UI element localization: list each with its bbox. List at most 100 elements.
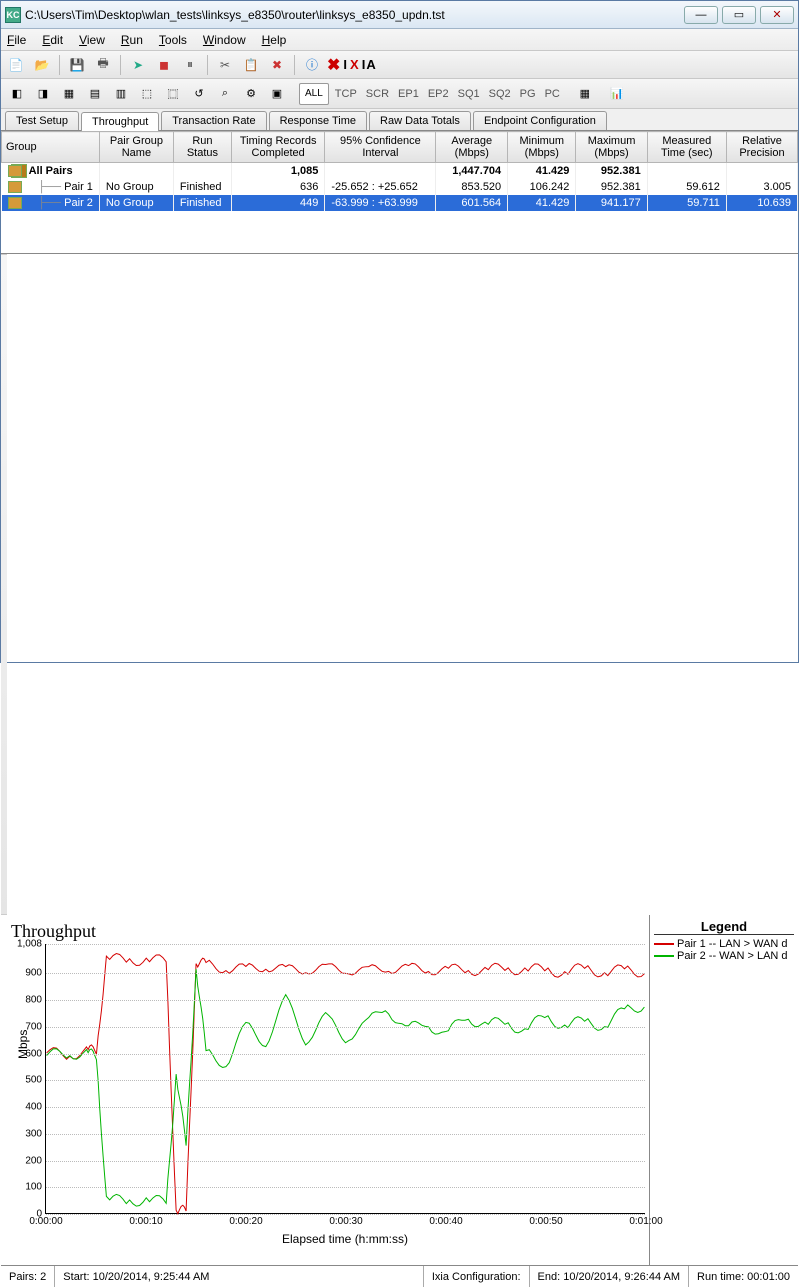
tab-transaction-rate[interactable]: Transaction Rate — [161, 111, 266, 130]
tab-strip: Test SetupThroughputTransaction RateResp… — [1, 109, 798, 131]
x-tick: 0:01:00 — [629, 1213, 662, 1227]
chart-plot[interactable]: Mbps 01002003004005006007008009001,0080:… — [45, 944, 645, 1214]
tb2-icon[interactable]: ⌕ — [215, 83, 235, 105]
x-tick: 0:00:00 — [29, 1213, 62, 1227]
x-tick: 0:00:20 — [229, 1213, 262, 1227]
stop-icon[interactable]: ◼ — [153, 54, 175, 76]
menu-edit[interactable]: Edit — [42, 33, 63, 47]
status-end: End: 10/20/2014, 9:26:44 AM — [530, 1266, 690, 1287]
delete-icon[interactable]: ✖ — [266, 54, 288, 76]
tb2-icon[interactable]: ▦ — [59, 83, 79, 105]
pause-icon[interactable]: ⏸ — [179, 54, 201, 76]
y-tick: 300 — [25, 1128, 46, 1139]
col-header[interactable]: Minimum (Mbps) — [508, 132, 576, 163]
tb2-icon[interactable]: ↺ — [189, 83, 209, 105]
y-tick: 100 — [25, 1182, 46, 1193]
tb2-icon[interactable]: ▤ — [85, 83, 105, 105]
save-icon[interactable]: 💾 — [66, 54, 88, 76]
pair-icon — [8, 181, 22, 193]
chart-panel: Throughput Mbps 010020030040050060070080… — [1, 915, 798, 1265]
app-icon: KC — [5, 7, 21, 23]
tab-throughput[interactable]: Throughput — [81, 112, 159, 131]
table-row[interactable]: ├── Pair 1No GroupFinished636-25.652 : +… — [2, 179, 798, 195]
filter-sq2[interactable]: SQ2 — [486, 83, 514, 105]
close-button[interactable]: ✕ — [760, 6, 794, 24]
filter-scr[interactable]: SCR — [363, 83, 392, 105]
menu-run[interactable]: Run — [121, 33, 143, 47]
copy-icon[interactable]: ✂ — [214, 54, 236, 76]
y-tick: 700 — [25, 1021, 46, 1032]
menu-bar: File Edit View Run Tools Window Help — [1, 29, 798, 51]
run-icon[interactable]: ➤ — [127, 54, 149, 76]
tab-test-setup[interactable]: Test Setup — [5, 111, 79, 130]
chart-title: Throughput — [11, 921, 645, 942]
filter-tcp[interactable]: TCP — [332, 83, 360, 105]
col-header[interactable]: Pair Group Name — [99, 132, 173, 163]
tb2-icon[interactable]: ⿴ — [163, 83, 183, 105]
legend-panel: Legend Pair 1 -- LAN > WAN dPair 2 -- WA… — [649, 915, 798, 1265]
table-row[interactable]: All Pairs1,0851,447.70441.429952.381 — [2, 163, 798, 180]
paste-icon[interactable]: 📋 — [240, 54, 262, 76]
menu-view[interactable]: View — [79, 33, 105, 47]
x-tick: 0:00:30 — [329, 1213, 362, 1227]
tb2-icon[interactable]: ◧ — [7, 83, 27, 105]
col-header[interactable]: 95% Confidence Interval — [325, 132, 436, 163]
table-row[interactable]: ├── Pair 2No GroupFinished449-63.999 : +… — [2, 195, 798, 211]
pair-icon — [8, 197, 22, 209]
window-title: C:\Users\Tim\Desktop\wlan_tests\linksys_… — [25, 8, 680, 22]
menu-tools[interactable]: Tools — [159, 33, 187, 47]
legend-item[interactable]: Pair 1 -- LAN > WAN d — [654, 938, 794, 950]
toolbar-primary: 📄 📂 💾 🖶 ➤ ◼ ⏸ ✂ 📋 ✖ ⓘ ✖IXIA — [1, 51, 798, 79]
y-tick: 800 — [25, 994, 46, 1005]
window-titlebar: KC C:\Users\Tim\Desktop\wlan_tests\links… — [1, 1, 798, 29]
col-header[interactable]: Measured Time (sec) — [647, 132, 726, 163]
splitter[interactable] — [1, 254, 7, 915]
tb2-icon[interactable]: ⬚ — [137, 83, 157, 105]
x-tick: 0:00:10 — [129, 1213, 162, 1227]
x-tick: 0:00:40 — [429, 1213, 462, 1227]
menu-window[interactable]: Window — [203, 33, 246, 47]
filter-all[interactable]: ALL — [299, 83, 329, 105]
tb2-icon[interactable]: ▥ — [111, 83, 131, 105]
filter-ep2[interactable]: EP2 — [425, 83, 452, 105]
menu-file[interactable]: File — [7, 33, 26, 47]
status-pairs: Pairs: 2 — [1, 1266, 55, 1287]
maximize-button[interactable]: ▭ — [722, 6, 756, 24]
filter-pc[interactable]: PC — [542, 83, 563, 105]
menu-help[interactable]: Help — [262, 33, 287, 47]
minimize-button[interactable]: — — [684, 6, 718, 24]
y-tick: 400 — [25, 1102, 46, 1113]
col-header[interactable]: Relative Precision — [726, 132, 797, 163]
results-grid: GroupPair Group NameRun StatusTiming Rec… — [1, 131, 798, 254]
info-icon[interactable]: ⓘ — [301, 54, 323, 76]
ixia-logo: ✖IXIA — [327, 55, 377, 75]
status-ixia-config: Ixia Configuration: — [424, 1266, 530, 1287]
status-bar: Pairs: 2 Start: 10/20/2014, 9:25:44 AM I… — [1, 1265, 798, 1287]
filter-sq1[interactable]: SQ1 — [455, 83, 483, 105]
legend-item[interactable]: Pair 2 -- WAN > LAN d — [654, 950, 794, 962]
legend-header: Legend — [654, 919, 794, 935]
x-tick: 0:00:50 — [529, 1213, 562, 1227]
y-tick: 200 — [25, 1155, 46, 1166]
tb2-icon[interactable]: ◨ — [33, 83, 53, 105]
col-header[interactable]: Timing Records Completed — [231, 132, 324, 163]
tab-raw-data-totals[interactable]: Raw Data Totals — [369, 111, 471, 130]
x-axis-label: Elapsed time (h:mm:ss) — [45, 1232, 645, 1246]
print-icon[interactable]: 🖶 — [92, 54, 114, 76]
tb2-icon[interactable]: ⚙ — [241, 83, 261, 105]
filter-ep1[interactable]: EP1 — [395, 83, 422, 105]
col-header[interactable]: Group — [2, 132, 100, 163]
tb2-icon[interactable]: ▦ — [575, 83, 595, 105]
tb2-icon[interactable]: ▣ — [267, 83, 287, 105]
col-header[interactable]: Maximum (Mbps) — [576, 132, 647, 163]
tab-response-time[interactable]: Response Time — [269, 111, 367, 130]
tab-endpoint-configuration[interactable]: Endpoint Configuration — [473, 111, 607, 130]
y-tick: 1,008 — [17, 939, 46, 950]
open-icon[interactable]: 📂 — [31, 54, 53, 76]
col-header[interactable]: Average (Mbps) — [436, 132, 508, 163]
new-icon[interactable]: 📄 — [5, 54, 27, 76]
tb2-icon[interactable]: 📊 — [607, 83, 627, 105]
col-header[interactable]: Run Status — [173, 132, 231, 163]
y-tick: 900 — [25, 968, 46, 979]
filter-pg[interactable]: PG — [517, 83, 539, 105]
